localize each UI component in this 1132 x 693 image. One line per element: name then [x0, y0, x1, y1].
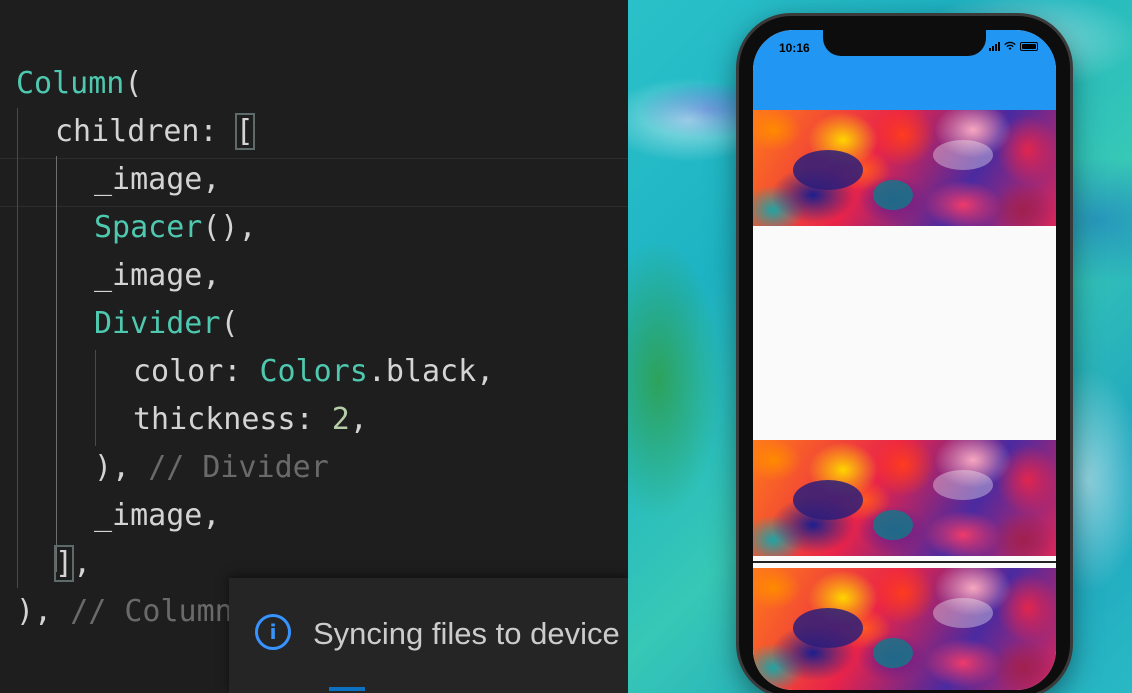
- signal-icon: [989, 41, 1000, 51]
- image-2: [753, 440, 1056, 556]
- progress-indicator: [329, 687, 365, 691]
- simulator-background: 10:16: [628, 0, 1132, 693]
- code-token: :: [199, 114, 236, 149]
- status-icons: [989, 41, 1038, 51]
- code-token: _image: [94, 258, 203, 293]
- notification-message: Syncing files to device: [313, 616, 620, 651]
- code-line[interactable]: color: Colors.black,: [133, 348, 494, 396]
- divider: [753, 561, 1056, 563]
- image-3: [753, 568, 1056, 690]
- code-line[interactable]: thickness: 2,: [133, 396, 368, 444]
- code-token: (),: [202, 210, 257, 245]
- code-token: _image: [94, 498, 203, 533]
- indent-guide: [95, 350, 96, 446]
- code-token: ,: [202, 162, 221, 197]
- wifi-icon: [1004, 41, 1016, 50]
- code-token: [: [234, 113, 255, 150]
- code-token: Divider: [94, 306, 221, 341]
- notification-toast[interactable]: i Syncing files to device: [229, 578, 629, 693]
- code-token: Column: [16, 66, 125, 101]
- code-line[interactable]: _image,: [94, 156, 220, 204]
- code-token: .black,: [367, 354, 495, 389]
- code-token: Colors: [259, 354, 368, 389]
- code-token: (: [220, 306, 239, 341]
- phone-screen[interactable]: 10:16: [753, 30, 1056, 690]
- code-token: ,: [202, 258, 221, 293]
- phone-frame: 10:16: [739, 16, 1070, 693]
- code-line[interactable]: ), // Divider: [94, 444, 329, 492]
- code-token: :: [295, 402, 332, 437]
- status-time: 10:16: [779, 41, 810, 55]
- code-token: // Divider: [148, 450, 329, 485]
- code-line[interactable]: Spacer(),: [94, 204, 257, 252]
- code-token: ),: [94, 450, 149, 485]
- code-line[interactable]: _image,: [94, 492, 220, 540]
- code-token: _image: [94, 162, 203, 197]
- code-token: :: [223, 354, 260, 389]
- indent-guide: [56, 156, 57, 572]
- code-token: ,: [73, 546, 92, 581]
- info-icon: i: [255, 614, 291, 650]
- code-line[interactable]: ), // Column: [16, 588, 233, 636]
- code-token: // Column: [70, 594, 233, 629]
- phone-notch: [823, 30, 986, 56]
- code-line[interactable]: Divider(: [94, 300, 239, 348]
- image-1: [753, 110, 1056, 226]
- code-line[interactable]: _image,: [94, 252, 220, 300]
- code-token: ,: [202, 498, 221, 533]
- code-token: Spacer: [94, 210, 203, 245]
- code-line[interactable]: Column(: [16, 60, 142, 108]
- code-token: 2: [331, 402, 350, 437]
- indent-guide: [17, 108, 18, 588]
- code-token: (: [124, 66, 143, 101]
- code-token: color: [133, 354, 224, 389]
- code-token: ),: [16, 594, 71, 629]
- code-line[interactable]: children: [: [55, 108, 255, 156]
- code-token: children: [55, 114, 200, 149]
- battery-icon: [1020, 41, 1038, 51]
- code-token: ,: [349, 402, 368, 437]
- code-token: ]: [53, 545, 75, 582]
- code-token: thickness: [133, 402, 296, 437]
- code-line[interactable]: ],: [53, 540, 92, 588]
